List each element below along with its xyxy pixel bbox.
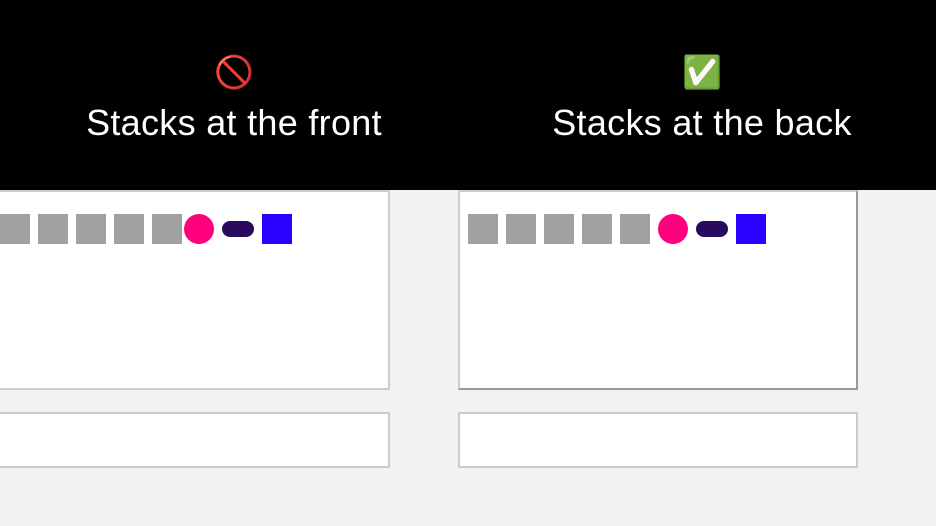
- pill-shape: [222, 221, 254, 237]
- blue-square-shape: [262, 214, 292, 244]
- circle-shape: [658, 214, 688, 244]
- placeholder-square: [468, 214, 498, 244]
- circle-shape: [184, 214, 214, 244]
- placeholder-square: [152, 214, 182, 244]
- blue-square-shape: [736, 214, 766, 244]
- placeholder-square: [544, 214, 574, 244]
- box-top-left: [0, 190, 390, 390]
- box-bottom-right: [458, 412, 858, 468]
- title-right: Stacks at the back: [468, 102, 936, 144]
- placeholder-square: [76, 214, 106, 244]
- panel-left: 🚫 Stacks at the front: [0, 0, 468, 526]
- shapes-row-left: [0, 214, 292, 244]
- placeholder-square: [38, 214, 68, 244]
- placeholder-square: [582, 214, 612, 244]
- content-right: [468, 190, 936, 526]
- placeholder-square: [506, 214, 536, 244]
- header-right: ✅ Stacks at the back: [468, 56, 936, 144]
- check-icon: ✅: [468, 56, 936, 88]
- panel-right: ✅ Stacks at the back: [468, 0, 936, 526]
- header-left: 🚫 Stacks at the front: [0, 56, 468, 144]
- placeholder-square: [0, 214, 30, 244]
- title-left: Stacks at the front: [0, 102, 468, 144]
- placeholder-square: [114, 214, 144, 244]
- box-top-right: [458, 190, 858, 390]
- box-bottom-left: [0, 412, 390, 468]
- pill-shape: [696, 221, 728, 237]
- prohibited-icon: 🚫: [0, 56, 468, 88]
- placeholder-square: [620, 214, 650, 244]
- shapes-row-right: [468, 214, 766, 244]
- content-left: [0, 190, 468, 526]
